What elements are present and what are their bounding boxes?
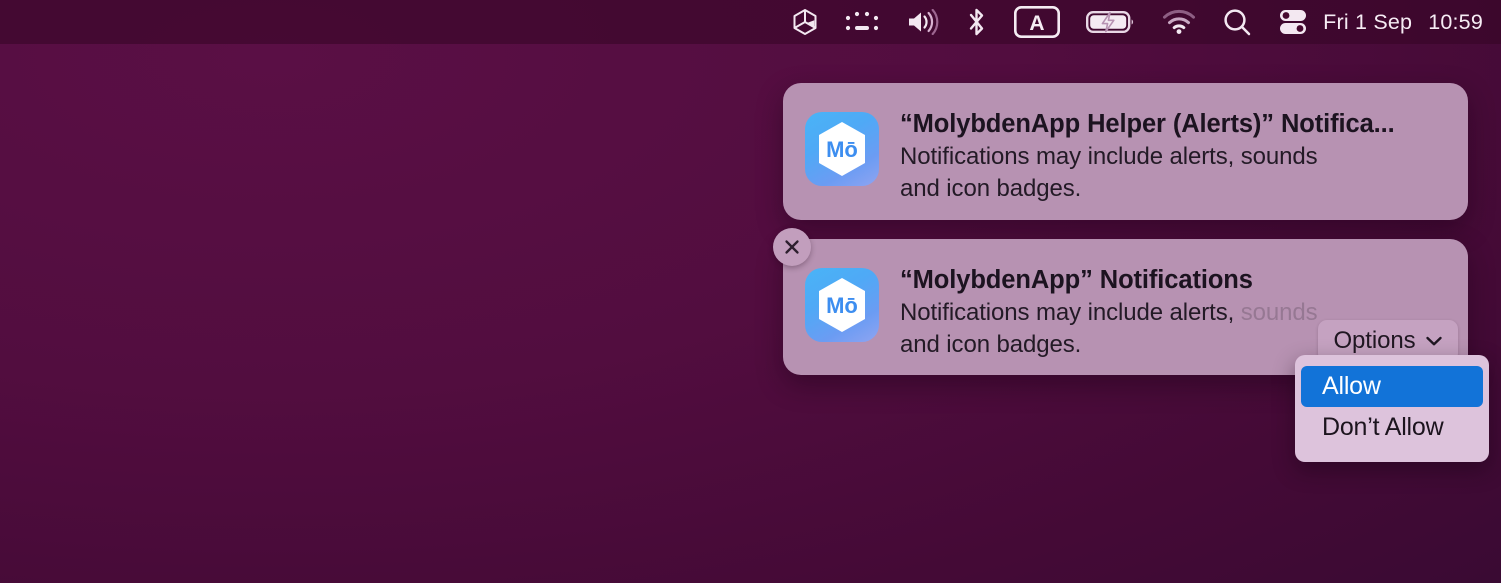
chevron-down-icon (1425, 336, 1442, 346)
menu-item-dont-allow[interactable]: Don’t Allow (1301, 407, 1483, 448)
dialog-text-block: “MolybdenApp” Notifications Notification… (900, 265, 1318, 361)
menu-bar: A Fri 1 Sep 10:59 (0, 0, 1501, 44)
molybden-app-icon: Mō (805, 268, 879, 342)
menubar-date[interactable]: Fri 1 Sep (1321, 0, 1426, 44)
dialog-body-line2: and icon badges. (900, 331, 1082, 358)
bluetooth-icon[interactable] (953, 0, 1001, 44)
svg-text:Mō: Mō (826, 293, 858, 318)
close-button[interactable] (773, 228, 811, 266)
options-button-label: Options (1333, 327, 1416, 354)
wifi-icon[interactable] (1149, 0, 1209, 44)
dialog-body-occluded-word: sounds (1240, 299, 1318, 326)
dialog-title: “MolybdenApp Helper (Alerts)” Notifica..… (900, 110, 1395, 138)
notification-permission-dialog-helper: Mō “MolybdenApp Helper (Alerts)” Notific… (783, 83, 1468, 220)
dialog-body: Notifications may include alerts, sounds… (900, 297, 1318, 361)
search-icon[interactable] (1209, 0, 1265, 44)
menubar-clock[interactable]: 10:59 (1426, 0, 1485, 44)
desktop: A Fri 1 Sep 10:59 Mō “MolybdenApp Helper… (0, 0, 1501, 583)
options-dropdown-menu: Allow Don’t Allow (1295, 355, 1489, 462)
control-center-icon[interactable] (1265, 0, 1321, 44)
menu-item-label: Don’t Allow (1322, 413, 1444, 441)
volume-icon[interactable] (893, 0, 953, 44)
dialog-body-line1: Notifications may include alerts, (900, 299, 1241, 326)
menu-item-label: Allow (1322, 372, 1381, 400)
molybden-app-icon: Mō (805, 112, 879, 186)
dialog-body: Notifications may include alerts, sounds… (900, 143, 1318, 202)
close-icon (785, 240, 799, 254)
battery-charging-icon[interactable] (1073, 0, 1149, 44)
cube-icon[interactable] (779, 0, 831, 44)
dialog-text-block: “MolybdenApp Helper (Alerts)” Notifica..… (900, 109, 1395, 205)
dialog-title: “MolybdenApp” Notifications (900, 266, 1253, 294)
svg-text:Mō: Mō (826, 137, 858, 162)
input-source-icon[interactable]: A (1001, 0, 1073, 44)
menu-item-allow[interactable]: Allow (1301, 366, 1483, 407)
keyboard-brightness-icon[interactable] (831, 0, 893, 44)
svg-text:A: A (1030, 12, 1045, 35)
